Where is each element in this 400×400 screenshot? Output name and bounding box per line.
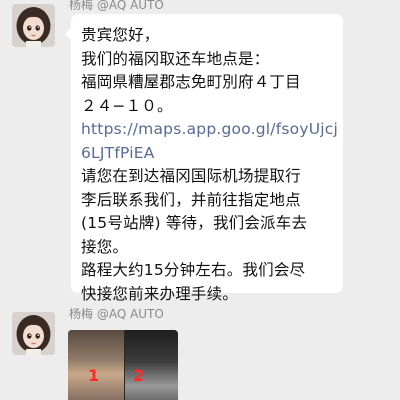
girl-avatar[interactable] bbox=[12, 312, 55, 355]
message-line: 贵宾您好， bbox=[81, 26, 160, 44]
girl-avatar[interactable] bbox=[12, 4, 55, 47]
airport-photo: 2 bbox=[125, 330, 178, 400]
message-line: 请您在到达福冈国际机场提取行 bbox=[81, 167, 301, 185]
sender-name: 杨梅 @AQ AUTO bbox=[69, 307, 164, 321]
map-link[interactable]: 6LJTfPiEA bbox=[81, 142, 335, 166]
avatar-illustration bbox=[12, 312, 55, 355]
message-bubble[interactable]: 贵宾您好， 我们的福冈取还车地点是： 福岡県糟屋郡志免町別府４丁目 ２４−１０。… bbox=[65, 14, 343, 303]
message-line: ２４−１０。 bbox=[81, 96, 173, 115]
message-line: (15号站牌) 等待，我们会派车去 bbox=[81, 214, 308, 232]
photo-number-label: 1 bbox=[88, 366, 100, 385]
sender-name: 杨梅 @AQ AUTO bbox=[69, 0, 164, 12]
map-link[interactable]: https://maps.app.goo.gl/fsoyUjcj bbox=[81, 118, 338, 142]
airport-photo: 1 bbox=[68, 330, 124, 400]
message-line: 我们的福冈取还车地点是： bbox=[81, 49, 270, 68]
message-line: 福岡県糟屋郡志免町別府４丁目 bbox=[81, 73, 301, 91]
photo-number-label: 2 bbox=[133, 366, 145, 385]
chat-view: 杨梅 @AQ AUTO 贵宾您好， 我们的福冈取还车地点是： 福岡県糟屋郡志免町… bbox=[0, 0, 400, 400]
message-line: 路程大约15分钟左右。我们会尽 bbox=[81, 261, 306, 279]
image-message[interactable]: 1 2 bbox=[68, 330, 178, 400]
message-line: 接您。 bbox=[81, 237, 129, 256]
message-line: 李后联系我们，并前往指定地点 bbox=[81, 190, 301, 209]
message-line: 快接您前来办理手续。 bbox=[81, 284, 239, 303]
avatar-illustration bbox=[12, 4, 55, 47]
